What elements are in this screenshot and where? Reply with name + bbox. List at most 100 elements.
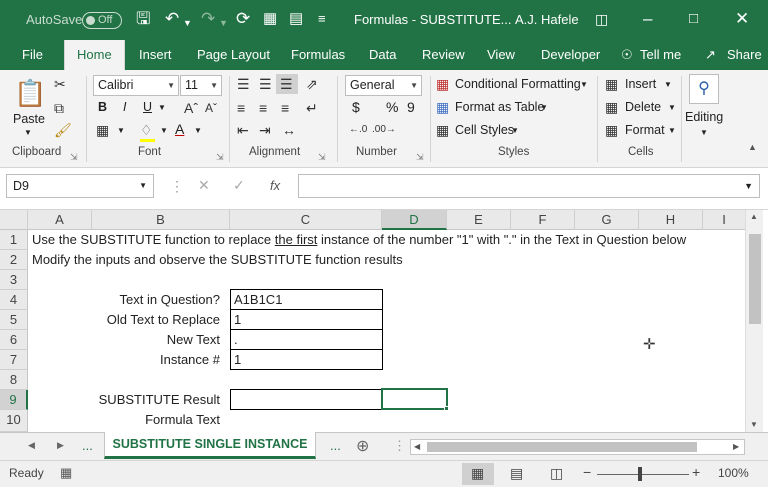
sheet-tab-substitute-single-instance[interactable]: SUBSTITUTE SINGLE INSTANCE	[104, 432, 316, 459]
zoom-slider-track[interactable]	[597, 474, 689, 475]
autosave-toggle[interactable]: Off	[82, 12, 122, 29]
comma-button[interactable]: 9	[407, 99, 415, 115]
alignment-launcher-icon[interactable]: ⇲	[318, 149, 326, 165]
column-header-f[interactable]: F	[511, 210, 575, 230]
zoom-out-icon[interactable]: −	[583, 464, 591, 480]
customize-toolbar-icon[interactable]: ≡	[318, 9, 326, 29]
paste-button[interactable]: Paste	[13, 112, 45, 126]
orientation-icon[interactable]: ⇗	[306, 76, 318, 92]
scroll-up-icon[interactable]: ▲	[750, 212, 758, 221]
scroll-tabs-left-icon[interactable]: ◀	[28, 440, 35, 451]
row-header-8[interactable]: 8	[0, 370, 28, 390]
chevron-down-icon[interactable]: ▼	[580, 80, 588, 89]
wrap-text-icon[interactable]: ↵	[306, 100, 318, 116]
tab-review[interactable]: Review	[422, 47, 465, 62]
align-right-icon[interactable]: ≡	[281, 100, 289, 116]
tab-page-layout[interactable]: Page Layout	[197, 47, 270, 62]
horizontal-scroll-thumb[interactable]	[427, 442, 697, 452]
page-layout-view-icon[interactable]: ▤	[510, 465, 523, 482]
close-icon[interactable]: ✕	[735, 9, 749, 29]
undo-dropdown-icon[interactable]: ▼	[183, 13, 192, 33]
tab-developer[interactable]: Developer	[541, 47, 600, 62]
formula-input[interactable]: ▼	[298, 174, 760, 198]
borders-icon[interactable]: ▦	[96, 122, 109, 138]
tab-view[interactable]: View	[487, 47, 515, 62]
select-all-corner[interactable]	[0, 210, 28, 230]
refresh-icon[interactable]: ⟳	[236, 9, 250, 29]
cell-b5[interactable]: Old Text to Replace	[92, 310, 220, 330]
chevron-down-icon[interactable]: ▼	[668, 103, 676, 112]
delete-cells-icon[interactable]: ▦	[605, 99, 618, 115]
form-data-icon[interactable]: ▤	[289, 9, 303, 29]
paste-icon[interactable]: 📋	[14, 78, 46, 108]
delete-cells-button[interactable]: Delete	[625, 100, 661, 114]
vertical-scrollbar[interactable]: ▲ ▼	[745, 210, 763, 432]
maximize-icon[interactable]: □	[689, 9, 698, 29]
font-launcher-icon[interactable]: ⇲	[216, 149, 224, 165]
font-size-select[interactable]: 11 ▼	[180, 75, 222, 96]
merge-center-icon[interactable]: ↔	[282, 122, 296, 138]
font-family-select[interactable]: Calibri ▼	[93, 75, 179, 96]
decrease-indent-icon[interactable]: ⇤	[237, 122, 249, 138]
format-cells-button[interactable]: Format	[625, 123, 665, 137]
column-header-h[interactable]: H	[639, 210, 703, 230]
scroll-tabs-right-icon[interactable]: ▶	[57, 440, 64, 451]
cell-b6[interactable]: New Text	[92, 330, 220, 350]
align-middle-icon[interactable]: ☰	[259, 76, 272, 92]
add-sheet-icon[interactable]: ⊕	[356, 436, 369, 456]
active-cell-d9[interactable]	[381, 388, 448, 410]
column-header-g[interactable]: G	[575, 210, 639, 230]
fill-color-icon[interactable]: ♢	[140, 122, 153, 138]
tab-file[interactable]: File	[22, 47, 43, 62]
more-sheets-left[interactable]: ...	[82, 438, 93, 453]
cell-c7[interactable]: 1	[230, 349, 383, 370]
format-as-table-icon[interactable]: ▦	[436, 99, 449, 115]
scroll-down-icon[interactable]: ▼	[750, 420, 758, 429]
align-top-icon[interactable]: ☰	[237, 76, 250, 92]
format-painter-icon[interactable]: 🖌	[54, 122, 72, 138]
more-sheets-right[interactable]: ...	[330, 438, 341, 453]
format-as-table-button[interactable]: Format as Table	[455, 100, 544, 114]
clipboard-launcher-icon[interactable]: ⇲	[70, 149, 78, 165]
fill-handle[interactable]	[444, 406, 449, 411]
cell-b9[interactable]: SUBSTITUTE Result	[92, 390, 220, 410]
cell-b4[interactable]: Text in Question?	[92, 290, 220, 310]
row-header-4[interactable]: 4	[0, 290, 28, 310]
vertical-scroll-thumb[interactable]	[749, 234, 761, 324]
cell-a2[interactable]: Modify the inputs and observe the SUBSTI…	[32, 250, 403, 270]
chevron-down-icon[interactable]: ▼	[668, 126, 676, 135]
minimize-icon[interactable]: –	[643, 9, 652, 29]
percent-button[interactable]: %	[386, 99, 398, 115]
chevron-down-icon[interactable]: ▼	[664, 80, 672, 89]
cell-c4[interactable]: A1B1C1	[230, 289, 383, 310]
increase-decimal-icon[interactable]: ←.0	[349, 122, 367, 138]
normal-view-icon[interactable]: ▦	[471, 465, 484, 482]
row-header-3[interactable]: 3	[0, 270, 28, 290]
row-header-9[interactable]: 9	[0, 390, 28, 410]
cell-styles-button[interactable]: Cell Styles	[455, 123, 514, 137]
currency-button[interactable]: $	[352, 99, 360, 115]
column-header-e[interactable]: E	[447, 210, 511, 230]
column-header-c[interactable]: C	[230, 210, 382, 230]
conditional-formatting-button[interactable]: Conditional Formatting	[455, 77, 581, 91]
underline-dropdown-icon[interactable]: ▼	[158, 103, 166, 112]
zoom-level[interactable]: 100%	[718, 466, 749, 480]
column-header-d[interactable]: D	[382, 210, 447, 230]
row-header-2[interactable]: 2	[0, 250, 28, 270]
tell-me-search[interactable]: Tell me	[640, 47, 681, 62]
increase-indent-icon[interactable]: ⇥	[259, 122, 271, 138]
row-header-10[interactable]: 10	[0, 410, 28, 432]
number-format-select[interactable]: General ▼	[345, 75, 422, 96]
save-icon[interactable]: 🖫	[136, 9, 150, 29]
horizontal-scrollbar[interactable]: ◀ ▶	[410, 439, 745, 455]
font-color-icon[interactable]: A	[175, 121, 184, 137]
conditional-formatting-icon[interactable]: ▦	[436, 76, 449, 92]
cut-icon[interactable]: ✂	[54, 76, 66, 92]
tab-split-handle-icon[interactable]: ⋮	[393, 438, 406, 454]
expand-formula-bar-icon[interactable]: ▼	[744, 181, 753, 191]
format-cells-icon[interactable]: ▦	[605, 122, 618, 138]
name-box[interactable]: D9 ▼	[6, 174, 154, 198]
zoom-slider-thumb[interactable]	[638, 467, 642, 481]
chevron-down-icon[interactable]: ▼	[700, 128, 708, 137]
insert-cells-button[interactable]: Insert	[625, 77, 656, 91]
